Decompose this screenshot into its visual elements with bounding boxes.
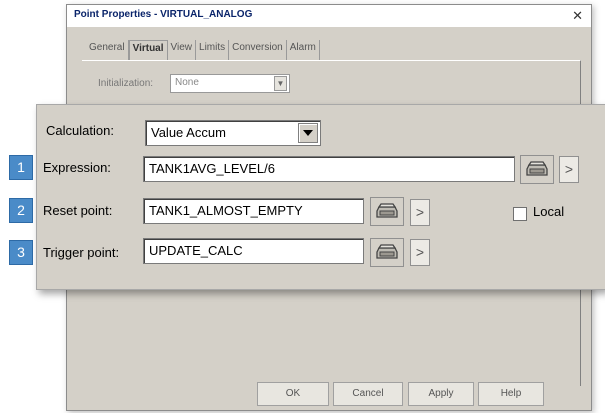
tab-limits[interactable]: Limits [196, 40, 230, 60]
tab-view[interactable]: View [168, 40, 197, 60]
virtual-calculation-panel: Calculation: Value Accum 1 Expression: T… [9, 104, 605, 290]
close-icon[interactable]: ✕ [572, 8, 583, 24]
step-badge-1: 1 [9, 155, 33, 180]
expression-browse-button[interactable] [520, 155, 554, 184]
trigger-point-label: Trigger point: [43, 245, 120, 260]
calculation-label: Calculation: [46, 123, 114, 138]
tag-browser-icon [526, 161, 548, 176]
tab-general[interactable]: General [86, 40, 129, 60]
tab-conversion[interactable]: Conversion [229, 40, 287, 60]
calculation-select[interactable]: Value Accum [145, 120, 321, 146]
initialization-label: Initialization: [98, 78, 154, 89]
expression-arrow-button[interactable]: > [559, 156, 579, 183]
apply-button[interactable]: Apply [408, 382, 474, 406]
calculation-value: Value Accum [151, 125, 226, 140]
step-badge-3: 3 [9, 240, 33, 265]
tag-browser-icon [376, 203, 398, 218]
chevron-down-icon[interactable]: ▼ [274, 76, 287, 91]
reset-point-arrow-button[interactable]: > [410, 199, 430, 226]
local-checkbox[interactable] [513, 207, 527, 221]
expression-value: TANK1AVG_LEVEL/6 [149, 161, 275, 176]
tab-alarm[interactable]: Alarm [287, 40, 320, 60]
reset-point-value: TANK1_ALMOST_EMPTY [149, 203, 303, 218]
tab-virtual[interactable]: Virtual [128, 40, 168, 60]
initialization-select[interactable]: None ▼ [170, 74, 290, 93]
trigger-point-value: UPDATE_CALC [149, 243, 243, 258]
reset-point-label: Reset point: [43, 203, 113, 218]
trigger-point-input[interactable]: UPDATE_CALC [143, 238, 364, 264]
cancel-button[interactable]: Cancel [333, 382, 403, 406]
reset-point-browse-button[interactable] [370, 197, 404, 226]
help-button[interactable]: Help [478, 382, 544, 406]
local-label: Local [533, 204, 565, 219]
title-bar: Point Properties - VIRTUAL_ANALOG ✕ [67, 5, 591, 27]
ok-button[interactable]: OK [257, 382, 329, 406]
initialization-value: None [175, 77, 199, 88]
chevron-down-icon[interactable] [298, 123, 318, 143]
trigger-point-browse-button[interactable] [370, 238, 404, 267]
expression-label: Expression: [43, 160, 111, 175]
tab-strip: General Virtual View Limits Conversion A… [86, 40, 320, 60]
expression-input[interactable]: TANK1AVG_LEVEL/6 [143, 156, 515, 182]
tag-browser-icon [376, 244, 398, 259]
trigger-point-arrow-button[interactable]: > [410, 239, 430, 266]
step-badge-2: 2 [9, 198, 33, 223]
dialog-title: Point Properties - VIRTUAL_ANALOG [74, 9, 253, 20]
reset-point-input[interactable]: TANK1_ALMOST_EMPTY [143, 198, 364, 224]
